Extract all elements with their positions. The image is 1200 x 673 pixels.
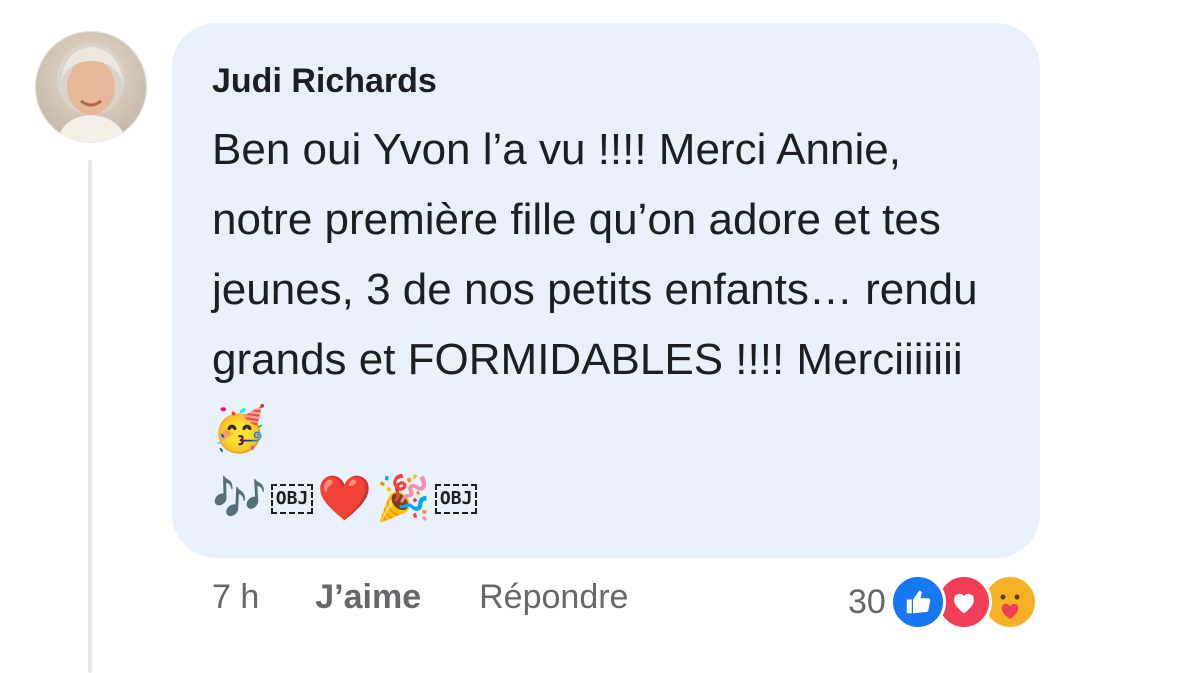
like-icon — [889, 574, 946, 630]
profile-photo-icon — [57, 43, 127, 143]
comment-actions: 7 h J’aime Répondre — [212, 578, 628, 617]
timestamp[interactable]: 7 h — [212, 578, 259, 617]
like-button[interactable]: J’aime — [315, 578, 421, 617]
party-popper-icon: 🎉 — [376, 474, 431, 523]
thread-line — [88, 160, 92, 673]
reaction-count: 30 — [848, 582, 886, 621]
reply-button[interactable]: Répondre — [479, 578, 628, 617]
heart-icon: ❤️ — [317, 474, 373, 523]
avatar[interactable] — [35, 31, 147, 143]
comment-bubble: Judi Richards Ben oui Yvon l’a vu !!!! M… — [172, 23, 1040, 558]
musical-notes-icon: 🎶 — [212, 474, 267, 523]
comment-text: Ben oui Yvon l’a vu !!!! Merci Annie, no… — [212, 125, 978, 454]
object-replacement-glyph: OBJ — [270, 484, 314, 514]
emoji-line: 🎶 OBJ ❤️ 🎉 OBJ — [212, 469, 1000, 529]
author-name[interactable]: Judi Richards — [212, 61, 1000, 101]
reactions-summary[interactable]: 30 — [848, 574, 1038, 630]
comment-thread: Judi Richards Ben oui Yvon l’a vu !!!! M… — [0, 0, 1200, 673]
object-replacement-glyph: OBJ — [434, 484, 478, 514]
